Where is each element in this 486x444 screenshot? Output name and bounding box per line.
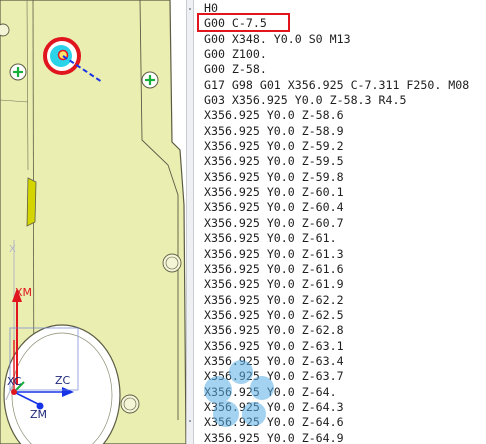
code-line[interactable]: G17 G98 G01 X356.925 C-7.311 F250. M08 [204, 78, 469, 93]
code-line[interactable]: X356.925 Y0.0 Z-59.2 [204, 139, 469, 154]
axis-label-x: X [9, 244, 16, 255]
nc-code-editor[interactable]: H0 G00 C-7.5 G00 X348. Y0.0 S0 M13 G00 Z100… [194, 0, 486, 444]
splitter-grip-top [189, 8, 191, 10]
code-line[interactable]: X356.925 Y0.0 Z-60.7 [204, 216, 469, 231]
part-step [26, 177, 37, 227]
axis-label-xm: XM [15, 286, 33, 299]
axis-label-zc: ZC [55, 374, 71, 387]
loading-watermark-icon [204, 360, 274, 427]
code-line[interactable]: G03 X356.925 Y0.0 Z-58.3 R4.5 [204, 93, 469, 108]
code-line[interactable]: G00 X348. Y0.0 S0 M13 [204, 32, 469, 47]
panel-splitter[interactable] [186, 0, 194, 444]
code-line[interactable]: X356.925 Y0.0 Z-61.3 [204, 247, 469, 262]
splitter-grip-bottom [189, 420, 191, 422]
code-line[interactable]: X356.925 Y0.0 Z-61. [204, 231, 469, 246]
code-line[interactable]: X356.925 Y0.0 Z-59.8 [204, 170, 469, 185]
code-line-highlighted[interactable]: G00 C-7.5 [204, 16, 469, 31]
axis-label-xc: XC [7, 375, 22, 388]
hole-marker-right [141, 71, 159, 89]
code-line[interactable]: X356.925 Y0.0 Z-62.2 [204, 293, 469, 308]
code-line[interactable]: X356.925 Y0.0 Z-58.9 [204, 124, 469, 139]
code-line[interactable]: X356.925 Y0.0 Z-62.8 [204, 323, 469, 338]
code-line[interactable]: X356.925 Y0.0 Z-60.4 [204, 200, 469, 215]
axis-label-zm: ZM [30, 408, 48, 421]
code-line[interactable]: X356.925 Y0.0 Z-61.9 [204, 277, 469, 292]
hole-top-left [0, 23, 10, 37]
code-line[interactable]: X356.925 Y0.0 Z-59.5 [204, 154, 469, 169]
code-line[interactable]: X356.925 Y0.0 Z-58.6 [204, 108, 469, 123]
code-line[interactable]: G00 Z-58. [204, 62, 469, 77]
code-line[interactable]: G00 Z100. [204, 47, 469, 62]
cad-viewport[interactable]: X XM XC ZC ZM [0, 0, 186, 444]
cad-part-drawing [0, 0, 186, 444]
code-line[interactable]: H0 [204, 1, 469, 16]
code-line[interactable]: X356.925 Y0.0 Z-61.6 [204, 262, 469, 277]
hole-marker-left [9, 63, 27, 81]
code-line[interactable]: X356.925 Y0.0 Z-62.5 [204, 308, 469, 323]
code-line[interactable]: X356.925 Y0.0 Z-60.1 [204, 185, 469, 200]
